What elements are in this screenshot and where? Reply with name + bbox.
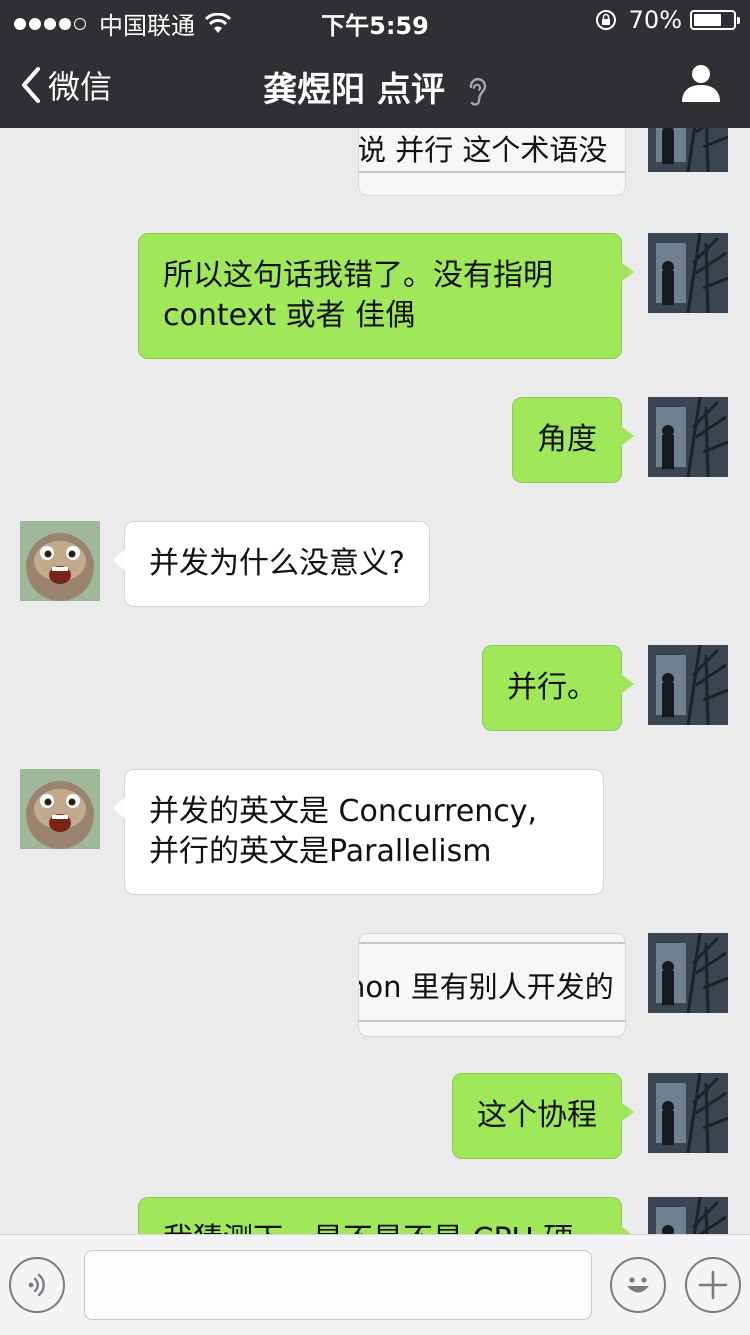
message-input[interactable] bbox=[84, 1250, 592, 1320]
message-text: 所以这句话我错了。没有指明 bbox=[163, 258, 553, 293]
image-caption-text: 说 并行 这个术语没 bbox=[358, 133, 608, 167]
my-avatar[interactable] bbox=[648, 233, 728, 313]
wifi-icon bbox=[205, 12, 231, 33]
chat-message[interactable]: 并行。 bbox=[482, 645, 634, 731]
chat-message[interactable]: 我猜测下，是不是不是 CPU 硬 bbox=[138, 1197, 634, 1234]
contact-avatar[interactable] bbox=[20, 521, 100, 601]
chat-title: 龚煜阳 点评 bbox=[0, 62, 750, 111]
more-button[interactable] bbox=[685, 1257, 741, 1313]
chat-message[interactable]: 并发的英文是 Concurrency, 并行的英文是Parallelism bbox=[112, 769, 604, 895]
chat-message[interactable]: 这个协程 bbox=[452, 1073, 634, 1159]
chat-message[interactable]: 并发为什么没意义? bbox=[112, 521, 430, 607]
input-bar bbox=[0, 1234, 750, 1335]
battery-icon bbox=[690, 10, 740, 30]
battery-percent: 70% bbox=[628, 6, 682, 34]
my-avatar[interactable] bbox=[648, 933, 728, 1013]
plus-icon bbox=[698, 1270, 728, 1300]
message-text: 并行。 bbox=[507, 670, 597, 705]
top-bar: 中国联通 下午5:59 70% 微信 龚煜阳 点评 bbox=[0, 0, 750, 128]
message-text: 并发为什么没意义? bbox=[149, 546, 405, 581]
chat-area[interactable]: 说 并行 这个术语没 所以这句话我错了。没有指明 context 或者 佳偶 角… bbox=[0, 128, 750, 1234]
message-text: 角度 bbox=[537, 422, 597, 457]
message-text: 并发的英文是 Concurrency, bbox=[149, 794, 538, 829]
my-avatar[interactable] bbox=[648, 128, 728, 172]
message-text: 这个协程 bbox=[477, 1098, 597, 1133]
my-avatar[interactable] bbox=[648, 1073, 728, 1153]
emoji-button[interactable] bbox=[610, 1257, 666, 1313]
back-label: 微信 bbox=[48, 68, 113, 106]
message-text: context 或者 佳偶 bbox=[163, 298, 416, 333]
person-icon[interactable] bbox=[680, 62, 722, 104]
chevron-left-icon bbox=[22, 67, 40, 103]
chat-title-text: 龚煜阳 点评 bbox=[263, 70, 445, 110]
message-text: 我猜测下，是不是不是 CPU 硬 bbox=[163, 1220, 597, 1234]
image-message[interactable]: hon 里有别人开发的 bbox=[358, 933, 626, 1037]
rotation-lock-icon bbox=[595, 10, 616, 30]
signal-strength-icon bbox=[14, 17, 89, 30]
status-right: 70% bbox=[595, 6, 740, 34]
image-caption-text: hon 里有别人开发的 bbox=[358, 970, 614, 1004]
my-avatar[interactable] bbox=[648, 397, 728, 477]
contact-avatar[interactable] bbox=[20, 769, 100, 849]
chat-message[interactable]: 所以这句话我错了。没有指明 context 或者 佳偶 bbox=[138, 233, 634, 359]
ear-icon bbox=[469, 77, 486, 106]
status-bar: 中国联通 下午5:59 70% bbox=[0, 0, 750, 40]
status-left: 中国联通 bbox=[14, 6, 231, 41]
voice-button[interactable] bbox=[9, 1257, 65, 1313]
chat-message[interactable]: 角度 bbox=[512, 397, 634, 483]
carrier-name: 中国联通 bbox=[99, 12, 195, 40]
nav-bar: 微信 龚煜阳 点评 bbox=[0, 40, 750, 128]
image-message[interactable]: 说 并行 这个术语没 bbox=[358, 128, 626, 196]
message-text: 并行的英文是Parallelism bbox=[149, 834, 492, 869]
my-avatar[interactable] bbox=[648, 1197, 728, 1234]
my-avatar[interactable] bbox=[648, 645, 728, 725]
emoji-icon bbox=[627, 1277, 649, 1293]
voice-icon bbox=[28, 1273, 45, 1297]
back-button[interactable]: 微信 bbox=[18, 62, 112, 108]
